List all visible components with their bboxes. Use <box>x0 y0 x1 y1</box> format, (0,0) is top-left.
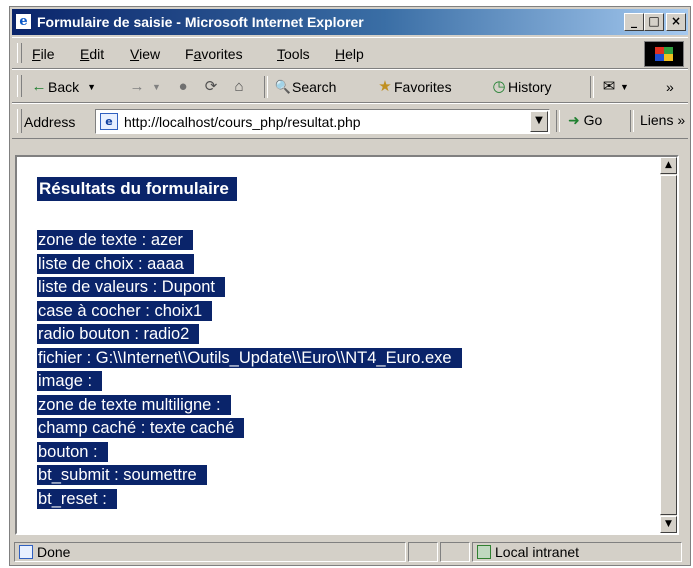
history-button[interactable]: ◷ History <box>490 76 552 98</box>
page-content: Résultats du formulaire zone de texte : … <box>15 155 679 535</box>
home-icon: ⌂ <box>234 78 244 95</box>
chevron-more-icon: » <box>666 79 674 95</box>
result-line: radio bouton : radio2 <box>37 323 462 347</box>
history-icon: ◷ <box>492 78 506 95</box>
windows-logo-icon <box>644 41 684 67</box>
search-icon: 🔍 <box>274 79 292 94</box>
go-label: Go <box>583 112 603 128</box>
mail-button[interactable]: ✉ ▼ <box>600 76 629 98</box>
vertical-scrollbar[interactable]: ▲ ▼ <box>660 157 677 533</box>
menubar-grip[interactable] <box>17 43 22 63</box>
title-bar: e Formulaire de saisie - Microsoft Inter… <box>12 9 688 35</box>
result-line: case à cocher : choix1 <box>37 300 462 324</box>
address-input[interactable]: e http://localhost/cours_php/resultat.ph… <box>95 109 550 134</box>
result-line: bouton : <box>37 441 462 465</box>
menu-tools[interactable]: Tools <box>277 46 310 62</box>
status-panel <box>408 542 438 562</box>
history-label: History <box>508 79 552 95</box>
toolbar-overflow-button[interactable]: » <box>666 76 674 98</box>
zone-text: Local intranet <box>495 544 580 560</box>
maximize-button[interactable]: □ <box>644 13 664 31</box>
results-page: Résultats du formulaire zone de texte : … <box>37 177 462 511</box>
forward-arrow-icon: → <box>129 78 145 95</box>
browser-window: e Formulaire de saisie - Microsoft Inter… <box>9 6 691 566</box>
status-bar: Done Local intranet <box>12 539 688 565</box>
result-line: champ caché : texte caché <box>37 417 462 441</box>
back-label: Back <box>48 79 80 95</box>
favorites-button[interactable]: ★ Favorites <box>376 76 452 98</box>
result-line: liste de valeurs : Dupont <box>37 276 462 300</box>
address-separator <box>556 110 560 132</box>
back-arrow-icon: ← <box>31 78 47 95</box>
links-label: Liens <box>640 112 674 128</box>
search-label: Search <box>292 79 337 95</box>
menu-help[interactable]: Help <box>335 46 364 62</box>
favorites-icon: ★ <box>378 78 392 95</box>
page-icon: e <box>100 113 118 130</box>
favorites-label: Favorites <box>394 79 452 95</box>
menu-favorites[interactable]: Favorites <box>185 46 243 62</box>
toolbar-separator <box>590 76 594 98</box>
back-dropdown-icon[interactable]: ▼ <box>87 82 96 92</box>
zone-cell: Local intranet <box>472 542 682 562</box>
address-label: Address <box>24 114 76 130</box>
status-text: Done <box>37 544 71 560</box>
result-line: image : <box>37 370 462 394</box>
mail-icon: ✉ <box>602 78 616 95</box>
scroll-down-icon[interactable]: ▼ <box>660 516 677 533</box>
search-button[interactable]: 🔍 Search <box>274 76 336 98</box>
menu-edit[interactable]: Edit <box>80 46 104 62</box>
home-button[interactable]: ⌂ <box>230 76 248 98</box>
page-heading: Résultats du formulaire <box>37 177 237 201</box>
scroll-thumb[interactable] <box>660 175 677 515</box>
result-line: fichier : G:\\Internet\\Outils_Update\\E… <box>37 347 462 371</box>
address-bar: Address e http://localhost/cours_php/res… <box>12 103 688 139</box>
close-button[interactable]: × <box>666 13 686 31</box>
result-line: bt_submit : soumettre <box>37 464 462 488</box>
menu-file[interactable]: File <box>32 46 55 62</box>
ie-logo-icon: e <box>15 13 32 30</box>
go-button[interactable]: ➜ Go <box>568 112 602 129</box>
result-line: zone de texte : azer <box>37 229 462 253</box>
refresh-icon: ⟳ <box>204 78 218 95</box>
toolbar-grip[interactable] <box>17 75 22 97</box>
intranet-icon <box>477 545 491 559</box>
chevron-more-icon: » <box>677 112 686 128</box>
forward-dropdown-icon[interactable]: ▼ <box>152 82 161 92</box>
page-done-icon <box>19 545 33 559</box>
results-list: zone de texte : azer liste de choix : aa… <box>37 229 462 511</box>
mail-dropdown-icon[interactable]: ▼ <box>620 82 629 92</box>
result-line: bt_reset : <box>37 488 462 512</box>
scroll-up-icon[interactable]: ▲ <box>660 157 677 174</box>
result-line: zone de texte multiligne : <box>37 394 462 418</box>
stop-icon: ● <box>178 78 188 95</box>
stop-button[interactable]: ● <box>174 76 192 98</box>
minimize-button[interactable]: _ <box>624 13 644 31</box>
toolbar-separator <box>264 76 268 98</box>
links-separator <box>630 110 634 132</box>
addressbar-grip[interactable] <box>17 109 22 133</box>
standard-toolbar: ← Back ▼ → ▼ ● ⟳ ⌂ 🔍 Search ★ Favorites … <box>12 69 688 103</box>
result-line: liste de choix : aaaa <box>37 253 462 277</box>
address-dropdown-button[interactable]: ▼ <box>530 111 548 132</box>
status-panel <box>440 542 470 562</box>
window-title: Formulaire de saisie - Microsoft Interne… <box>37 14 364 30</box>
status-cell: Done <box>14 542 406 562</box>
refresh-button[interactable]: ⟳ <box>202 76 220 98</box>
links-button[interactable]: Liens » <box>640 112 685 128</box>
forward-button[interactable]: → ▼ <box>128 76 161 98</box>
menu-bar: File Edit View Favorites Tools Help <box>12 37 688 69</box>
back-button[interactable]: ← Back ▼ <box>30 76 97 98</box>
go-arrow-icon: ➜ <box>568 112 580 128</box>
address-url[interactable]: http://localhost/cours_php/resultat.php <box>124 114 361 130</box>
menu-view[interactable]: View <box>130 46 160 62</box>
